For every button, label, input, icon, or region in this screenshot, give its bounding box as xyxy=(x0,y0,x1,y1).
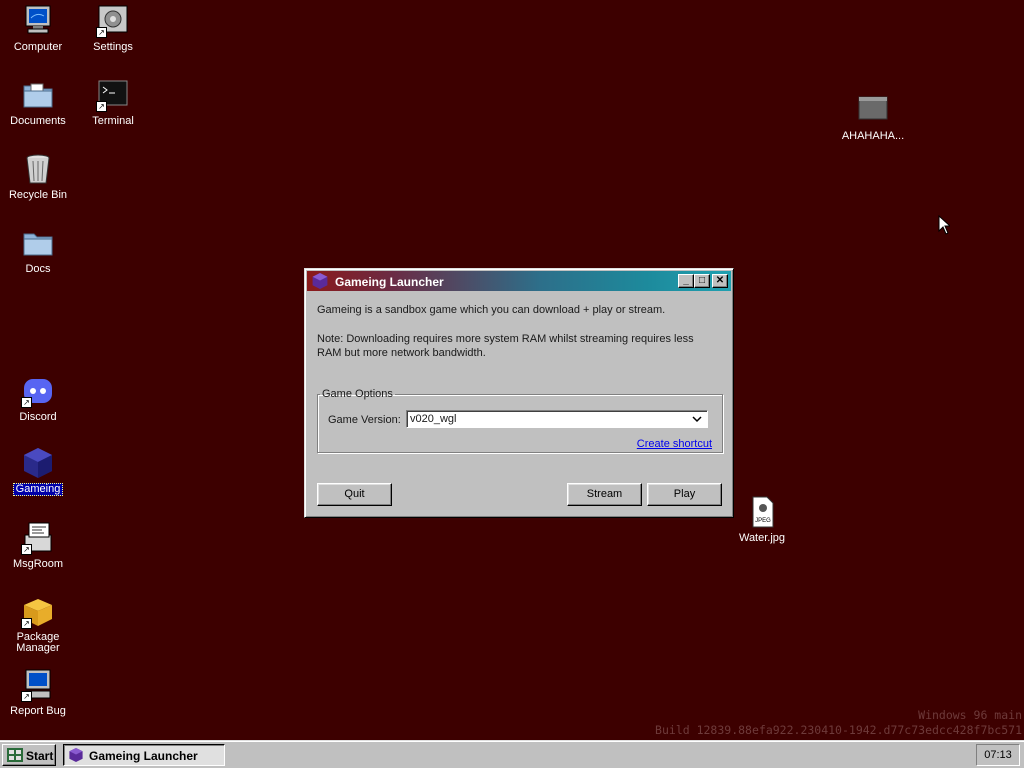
mouse-cursor-icon xyxy=(938,215,950,235)
desktop-icon-label: Discord xyxy=(19,411,57,423)
desktop-icon-label: AHAHAHA... xyxy=(841,130,905,142)
desktop-icon-label: Documents xyxy=(10,115,66,127)
shortcut-arrow-icon: ↗ xyxy=(21,397,32,408)
desktop-icon-computer[interactable]: Computer xyxy=(1,4,75,53)
shortcut-arrow-icon: ↗ xyxy=(21,544,32,555)
start-label: Start xyxy=(26,749,54,763)
desktop-icon-docs[interactable]: Docs xyxy=(1,226,75,275)
play-button[interactable]: Play xyxy=(647,483,722,506)
shortcut-arrow-icon: ↗ xyxy=(96,101,107,112)
package-icon: ↗ xyxy=(21,595,55,629)
game-options-group: Game Options Game Version: v020_wgl Crea… xyxy=(317,388,723,453)
stream-button[interactable]: Stream xyxy=(567,483,642,506)
desktop-icon-report-bug[interactable]: ↗ Report Bug xyxy=(1,668,75,717)
desktop-icon-msgroom[interactable]: ↗ MsgRoom xyxy=(1,521,75,570)
taskbar-item-gameing-launcher[interactable]: Gameing Launcher xyxy=(63,744,225,766)
shortcut-arrow-icon: ↗ xyxy=(96,27,107,38)
game-version-select[interactable]: v020_wgl xyxy=(406,410,708,428)
shortcut-arrow-icon: ↗ xyxy=(21,618,32,629)
desktop-icon-gameing[interactable]: Gameing xyxy=(1,446,75,496)
system-tray-clock[interactable]: 07:13 xyxy=(976,744,1020,766)
jpeg-file-icon: JPEG xyxy=(745,495,779,529)
minimize-button[interactable]: _ xyxy=(678,274,694,288)
desktop-icon-label: Computer xyxy=(13,41,63,53)
chevron-down-icon xyxy=(692,416,702,423)
gameing-launcher-window: Gameing Launcher _ □ ✕ Gameing is a sand… xyxy=(304,268,734,518)
desktop: Computer Documents Recycle Bin Docs ↗ Di… xyxy=(0,0,1024,740)
desktop-icon-discord[interactable]: ↗ Discord xyxy=(1,374,75,423)
quit-button[interactable]: Quit xyxy=(317,483,392,506)
build-watermark: Windows 96 main Build 12839.88efa922.230… xyxy=(655,708,1022,738)
desktop-icon-package-manager[interactable]: ↗ Package Manager xyxy=(1,595,75,654)
taskbar-item-label: Gameing Launcher xyxy=(89,749,198,763)
create-shortcut-link[interactable]: Create shortcut xyxy=(637,438,712,450)
msgroom-icon: ↗ xyxy=(21,521,55,555)
gameing-cube-icon xyxy=(21,446,55,480)
window-titlebar[interactable]: Gameing Launcher _ □ ✕ xyxy=(307,271,731,291)
gameing-cube-icon xyxy=(69,747,83,763)
desktop-icon-documents[interactable]: Documents xyxy=(1,78,75,127)
desktop-icon-label: Water.jpg xyxy=(738,532,786,544)
recycle-bin-icon xyxy=(21,152,55,186)
computer-icon xyxy=(21,4,55,38)
game-version-label: Game Version: xyxy=(328,414,401,426)
dark-folder-icon xyxy=(856,93,890,127)
desktop-icon-label: Gameing xyxy=(12,483,64,496)
desktop-icon-label: Recycle Bin xyxy=(8,189,68,201)
desktop-icon-recycle-bin[interactable]: Recycle Bin xyxy=(1,152,75,201)
game-version-value: v020_wgl xyxy=(410,413,457,425)
window-title: Gameing Launcher xyxy=(335,275,444,289)
note-text: Note: Downloading requires more system R… xyxy=(317,333,694,359)
desktop-icon-label: Docs xyxy=(25,263,51,275)
game-options-legend: Game Options xyxy=(322,388,393,400)
gameing-cube-icon xyxy=(311,272,329,290)
description-text: Gameing is a sandbox game which you can … xyxy=(317,304,666,316)
start-logo-icon xyxy=(7,748,23,762)
window-body: Gameing is a sandbox game which you can … xyxy=(317,301,723,509)
desktop-icon-label: MsgRoom xyxy=(12,558,64,570)
desktop-icon-terminal[interactable]: ↗ Terminal xyxy=(76,78,150,127)
taskbar: Start Gameing Launcher 07:13 xyxy=(0,740,1024,768)
report-bug-icon: ↗ xyxy=(21,668,55,702)
desktop-icon-label: Terminal xyxy=(92,115,134,127)
maximize-button[interactable]: □ xyxy=(694,274,710,288)
desktop-icon-settings[interactable]: ↗ Settings xyxy=(76,4,150,53)
discord-icon: ↗ xyxy=(21,374,55,408)
desktop-icon-label: Package Manager xyxy=(16,631,60,654)
svg-text:JPEG: JPEG xyxy=(755,518,771,524)
folder-icon xyxy=(21,226,55,260)
desktop-icon-ahahaha[interactable]: AHAHAHA... xyxy=(836,93,910,142)
start-button[interactable]: Start xyxy=(2,744,56,766)
desktop-icon-label: Settings xyxy=(93,41,133,53)
terminal-icon: ↗ xyxy=(96,78,130,112)
watermark-line-2: Build 12839.88efa922.230410-1942.d77c73e… xyxy=(655,723,1022,737)
shortcut-arrow-icon: ↗ xyxy=(21,691,32,702)
close-button[interactable]: ✕ xyxy=(712,274,728,288)
desktop-icon-water-jpg[interactable]: JPEG Water.jpg xyxy=(725,495,799,544)
desktop-icon-label: Report Bug xyxy=(10,705,66,717)
settings-icon: ↗ xyxy=(96,4,130,38)
documents-folder-icon xyxy=(21,78,55,112)
watermark-line-1: Windows 96 main xyxy=(918,708,1022,722)
